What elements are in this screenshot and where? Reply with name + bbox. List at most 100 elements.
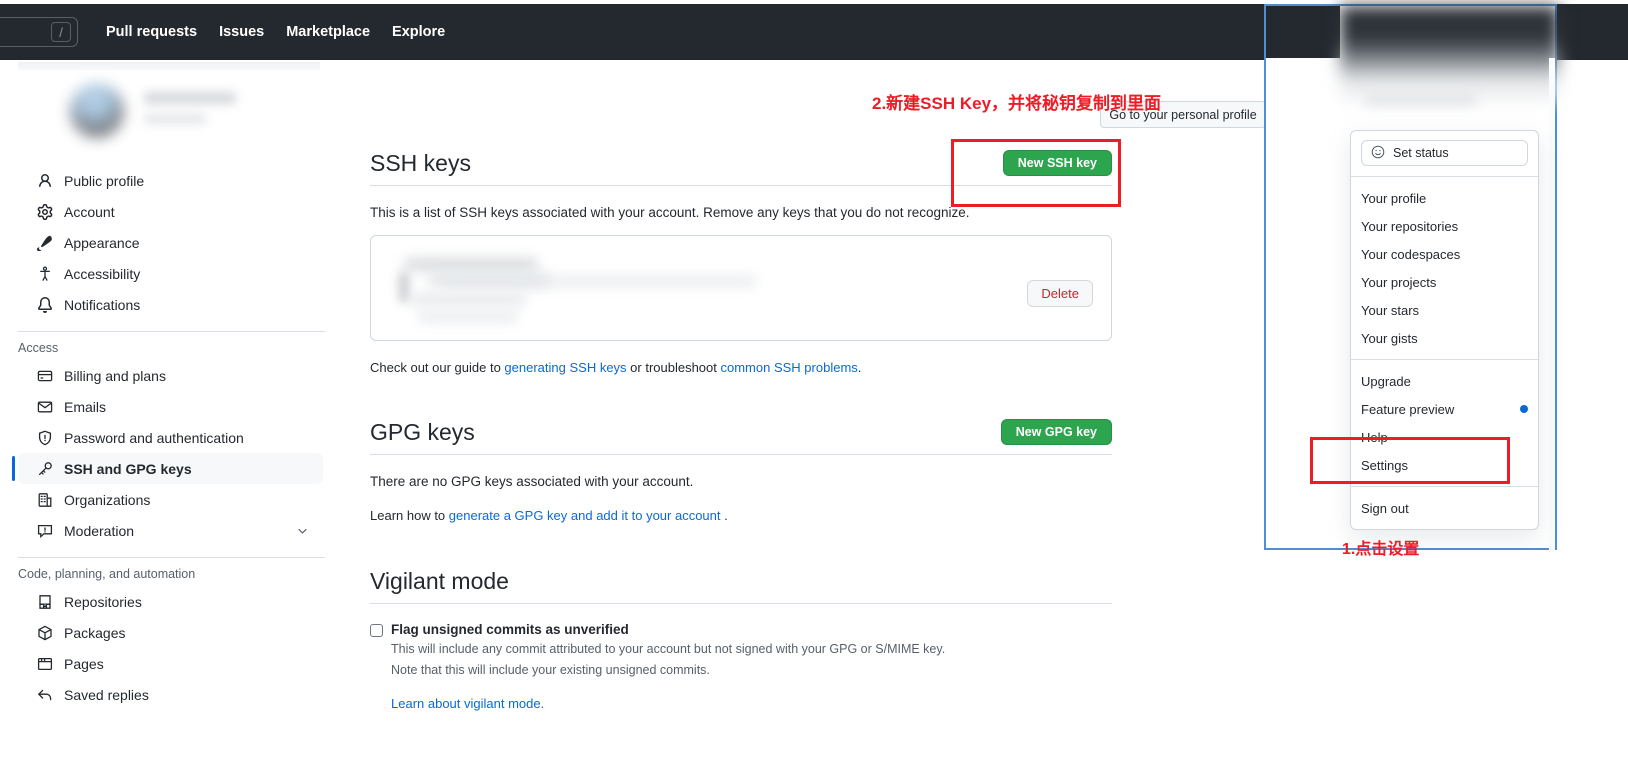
sidebar-item-moderation[interactable]: Moderation bbox=[18, 515, 323, 546]
ssh-key-icon-redacted bbox=[399, 272, 409, 302]
bell-icon bbox=[36, 296, 54, 314]
page-root: / Pull requests Issues Marketplace Explo… bbox=[0, 0, 1628, 767]
vigilant-sub-line-1: This will include any commit attributed … bbox=[391, 642, 946, 657]
window-scrollbar[interactable] bbox=[1549, 58, 1555, 552]
window-header-redacted bbox=[1340, 6, 1559, 102]
sidebar-item-label: Notifications bbox=[64, 296, 141, 313]
window-username-redacted bbox=[1366, 94, 1476, 105]
settings-sidebar: Public profile Account Appearance Access… bbox=[12, 165, 325, 710]
sidebar-item-public-profile[interactable]: Public profile bbox=[18, 165, 323, 196]
generating-ssh-keys-link[interactable]: generating SSH keys bbox=[504, 360, 626, 375]
report-icon bbox=[36, 522, 54, 540]
main-content: SSH keys New SSH key This is a list of S… bbox=[370, 150, 1112, 711]
sidebar-item-label: Account bbox=[64, 203, 115, 220]
sidebar-item-billing-and-plans[interactable]: Billing and plans bbox=[18, 360, 323, 391]
annotation-step-1: 1.点击设置 bbox=[1342, 541, 1420, 558]
reply-icon bbox=[36, 686, 54, 704]
set-status-section: Set status bbox=[1351, 131, 1538, 177]
sidebar-item-organizations[interactable]: Organizations bbox=[18, 484, 323, 515]
shield-icon bbox=[36, 429, 54, 447]
ssh-key-fingerprint-redacted bbox=[446, 277, 756, 286]
nav-issues[interactable]: Issues bbox=[219, 24, 264, 40]
sidebar-item-account[interactable]: Account bbox=[18, 196, 323, 227]
sidebar-item-label: Password and authentication bbox=[64, 429, 244, 446]
new-gpg-key-button[interactable]: New GPG key bbox=[1000, 419, 1112, 445]
sidebar-group-title-access: Access bbox=[18, 341, 59, 355]
smiley-icon bbox=[1371, 145, 1385, 162]
menu-item-your-projects[interactable]: Your projects bbox=[1351, 268, 1538, 296]
flag-unsigned-commits-row: Flag unsigned commits as unverified bbox=[370, 622, 1112, 638]
guide-middle-text: or troubleshoot bbox=[626, 360, 721, 375]
learn-about-vigilant-mode-link[interactable]: Learn about vigilant mode. bbox=[391, 696, 544, 711]
sidebar-item-label: Moderation bbox=[64, 522, 135, 539]
sidebar-divider-1 bbox=[18, 331, 325, 332]
global-nav: Pull requests Issues Marketplace Explore bbox=[106, 24, 445, 40]
menu-item-your-profile[interactable]: Your profile bbox=[1351, 184, 1538, 212]
feature-preview-label: Feature preview bbox=[1361, 401, 1455, 417]
profile-summary bbox=[18, 62, 320, 162]
sidebar-item-label: Billing and plans bbox=[64, 367, 166, 384]
mail-icon bbox=[36, 398, 54, 416]
sidebar-item-packages[interactable]: Packages bbox=[18, 617, 323, 648]
nav-explore[interactable]: Explore bbox=[392, 24, 445, 40]
sidebar-item-appearance[interactable]: Appearance bbox=[18, 227, 323, 258]
profile-name-redacted bbox=[144, 92, 236, 104]
generate-gpg-key-link[interactable]: generate a GPG key and add it to your ac… bbox=[449, 508, 721, 523]
sidebar-item-pages[interactable]: Pages bbox=[18, 648, 323, 679]
sidebar-item-repositories[interactable]: Repositories bbox=[18, 586, 323, 617]
menu-item-feature-preview[interactable]: Feature preview bbox=[1351, 395, 1538, 423]
browser-icon bbox=[36, 655, 54, 673]
delete-ssh-key-button[interactable]: Delete bbox=[1027, 280, 1093, 307]
menu-item-your-codespaces[interactable]: Your codespaces bbox=[1351, 240, 1538, 268]
common-ssh-problems-link[interactable]: common SSH problems bbox=[721, 360, 858, 375]
feature-preview-dot-icon bbox=[1520, 405, 1528, 413]
gpg-learn-line: Learn how to generate a GPG key and add … bbox=[370, 508, 1112, 523]
vigilant-mode-title: Vigilant mode bbox=[370, 568, 509, 594]
repo-icon bbox=[36, 593, 54, 611]
menu-item-sign-out[interactable]: Sign out bbox=[1351, 494, 1538, 522]
package-icon bbox=[36, 624, 54, 642]
gpg-keys-header: GPG keys New GPG key bbox=[370, 419, 1112, 455]
flag-unsigned-commits-checkbox[interactable] bbox=[370, 624, 383, 638]
gpg-keys-title: GPG keys bbox=[370, 418, 475, 445]
gear-icon bbox=[36, 203, 54, 221]
ssh-key-meta-redacted bbox=[411, 294, 526, 305]
sidebar-item-label: SSH and GPG keys bbox=[64, 460, 192, 477]
set-status-label: Set status bbox=[1393, 146, 1449, 160]
sidebar-item-ssh-and-gpg-keys[interactable]: SSH and GPG keys bbox=[12, 453, 323, 484]
sidebar-item-accessibility[interactable]: Accessibility bbox=[18, 258, 323, 289]
sidebar-divider-2 bbox=[18, 557, 325, 558]
menu-item-your-stars[interactable]: Your stars bbox=[1351, 296, 1538, 324]
sidebar-item-saved-replies[interactable]: Saved replies bbox=[18, 679, 323, 710]
paintbrush-icon bbox=[36, 234, 54, 252]
search-input[interactable]: / bbox=[0, 17, 78, 47]
avatar[interactable] bbox=[70, 84, 124, 138]
sidebar-item-label: Accessibility bbox=[64, 265, 141, 282]
nav-pull-requests[interactable]: Pull requests bbox=[106, 24, 197, 40]
sidebar-item-emails[interactable]: Emails bbox=[18, 391, 323, 422]
vigilant-mode-header: Vigilant mode bbox=[370, 568, 1112, 605]
dropdown-group-profile: Your profile Your repositories Your code… bbox=[1351, 177, 1538, 360]
ssh-key-meta2-redacted bbox=[419, 311, 517, 322]
menu-item-your-gists[interactable]: Your gists bbox=[1351, 324, 1538, 352]
ssh-keys-description: This is a list of SSH keys associated wi… bbox=[370, 205, 970, 220]
profile-strip bbox=[18, 62, 320, 70]
gpg-keys-empty-text: There are no GPG keys associated with yo… bbox=[370, 474, 694, 489]
sidebar-item-label: Saved replies bbox=[64, 686, 149, 703]
nav-marketplace[interactable]: Marketplace bbox=[286, 24, 370, 40]
chevron-down-icon[interactable] bbox=[296, 524, 309, 537]
set-status-button[interactable]: Set status bbox=[1361, 140, 1528, 166]
menu-item-your-repositories[interactable]: Your repositories bbox=[1351, 212, 1538, 240]
sidebar-item-label: Organizations bbox=[64, 491, 151, 508]
person-icon bbox=[36, 172, 54, 190]
sidebar-item-notifications[interactable]: Notifications bbox=[18, 289, 323, 320]
gpg-learn-prefix: Learn how to bbox=[370, 508, 449, 523]
menu-item-upgrade[interactable]: Upgrade bbox=[1351, 367, 1538, 395]
key-icon bbox=[36, 460, 54, 478]
annotation-step-2: 2.新建SSH Key，并将秘钥复制到里面 bbox=[872, 94, 1162, 113]
organization-icon bbox=[36, 491, 54, 509]
ssh-key-row: Delete bbox=[370, 235, 1112, 341]
flag-unsigned-commits-label: Flag unsigned commits as unverified bbox=[391, 622, 629, 638]
sidebar-item-password-and-authentication[interactable]: Password and authentication bbox=[18, 422, 323, 453]
sidebar-item-label: Pages bbox=[64, 655, 104, 672]
